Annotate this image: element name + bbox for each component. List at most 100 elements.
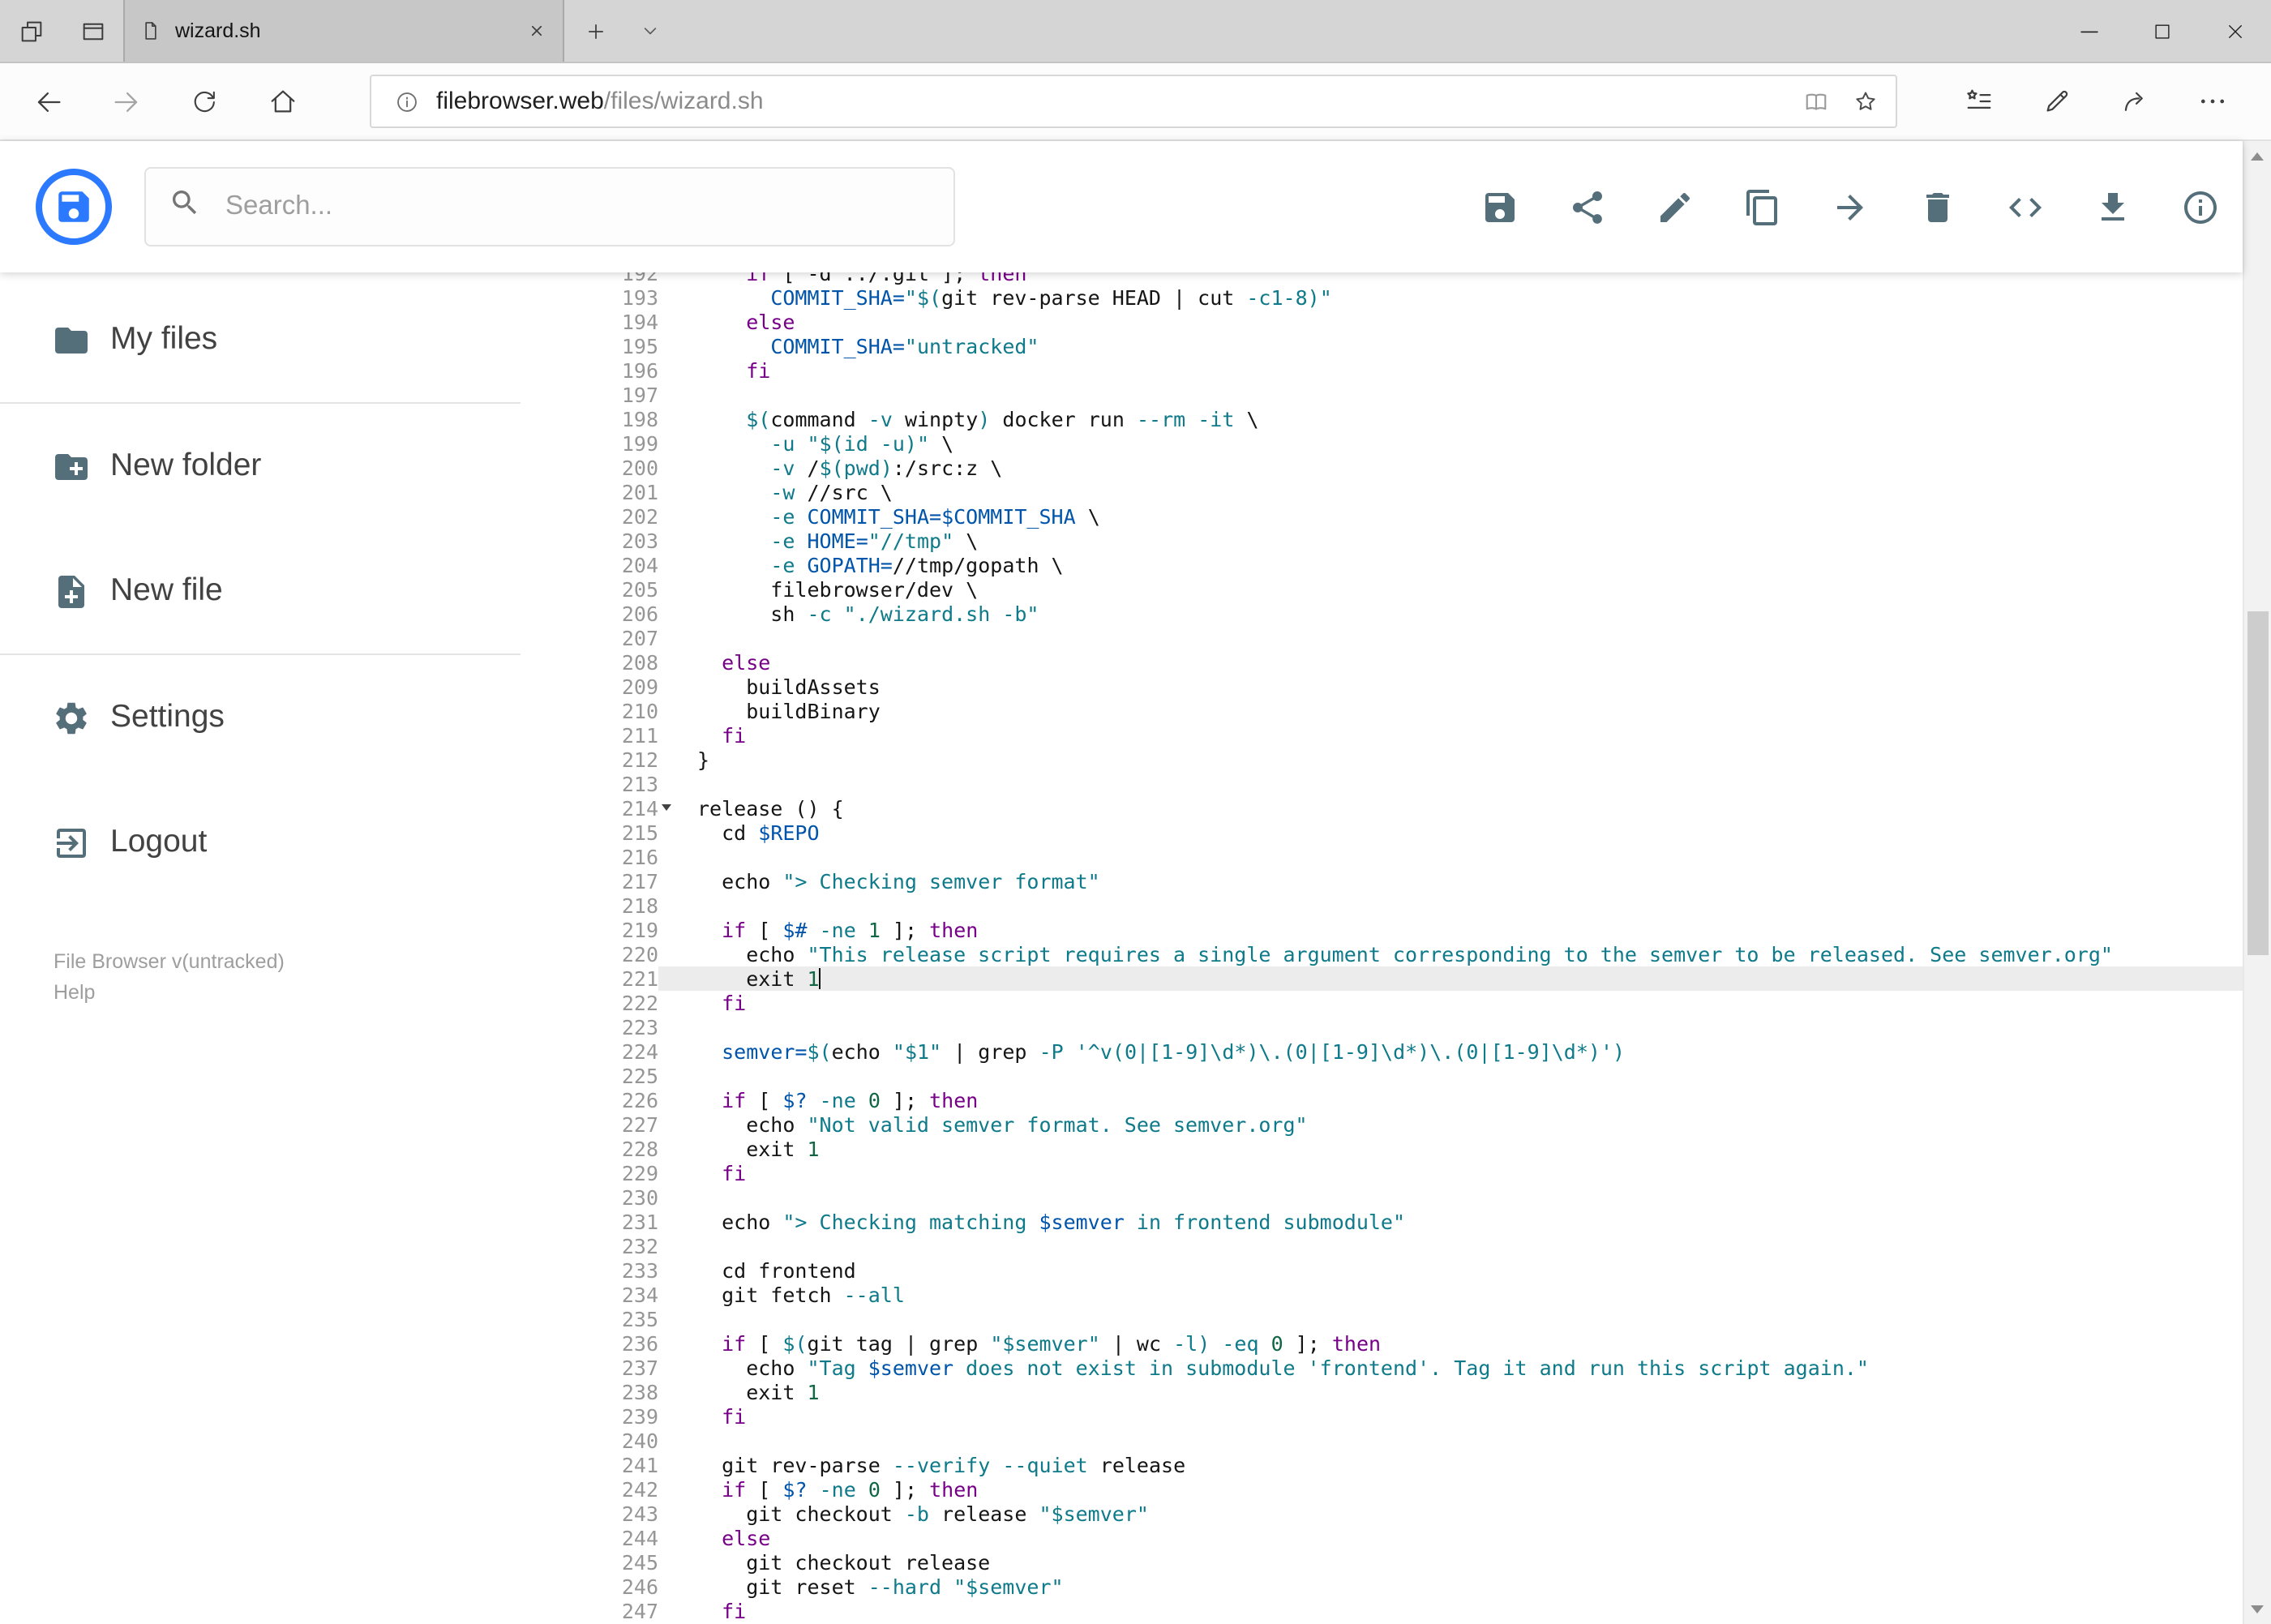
code-line-234[interactable]: 234 git fetch --all [521,1282,2243,1306]
code-line-223[interactable]: 223 [521,1014,2243,1039]
code-line-243[interactable]: 243 git checkout -b release "$semver" [521,1501,2243,1525]
settings-menu-button[interactable] [2173,67,2251,135]
maximize-button[interactable] [2125,0,2198,62]
minimize-button[interactable] [2052,0,2125,62]
help-link[interactable]: Help [54,979,521,1010]
code-line-229[interactable]: 229 fi [521,1160,2243,1185]
code-line-211[interactable]: 211 fi [521,722,2243,747]
tab-close-button[interactable] [525,19,548,42]
browser-tab[interactable]: wizard.sh [123,0,564,62]
site-info-button[interactable] [391,77,423,126]
code-line-212[interactable]: 212} [521,747,2243,771]
code-line-192[interactable]: 192 if [ -d ../.git ]; then [521,272,2243,285]
copy-button[interactable] [1743,187,1782,226]
code-line-205[interactable]: 205 filebrowser/dev \ [521,576,2243,601]
search-box[interactable] [144,167,955,246]
scrollbar-thumb[interactable] [2247,611,2269,955]
scroll-down-arrow[interactable] [2244,1596,2271,1622]
code-line-236[interactable]: 236 if [ $(git tag | grep "$semver" | wc… [521,1330,2243,1355]
code-line-207[interactable]: 207 [521,625,2243,649]
code-line-196[interactable]: 196 fi [521,358,2243,382]
code-line-246[interactable]: 246 git reset --hard "$semver" [521,1574,2243,1598]
delete-button[interactable] [1918,187,1957,226]
raw-view-button[interactable] [2006,187,2045,226]
code-line-227[interactable]: 227 echo "Not valid semver format. See s… [521,1112,2243,1136]
code-line-209[interactable]: 209 buildAssets [521,674,2243,698]
code-line-206[interactable]: 206 sh -c "./wizard.sh -b" [521,601,2243,625]
forward-button[interactable] [88,67,165,135]
code-line-245[interactable]: 245 git checkout release [521,1549,2243,1574]
code-line-213[interactable]: 213 [521,771,2243,795]
code-line-230[interactable]: 230 [521,1185,2243,1209]
sidebar-item-settings[interactable]: Settings [0,655,521,780]
scroll-up-arrow[interactable] [2244,143,2271,169]
sidebar-item-new-file[interactable]: New file [0,529,521,655]
code-line-217[interactable]: 217 echo "> Checking semver format" [521,868,2243,893]
url-text[interactable]: filebrowser.web/files/wizard.sh [436,88,764,115]
code-line-194[interactable]: 194 else [521,309,2243,333]
code-line-219[interactable]: 219 if [ $# -ne 1 ]; then [521,917,2243,941]
code-line-204[interactable]: 204 -e GOPATH=//tmp/gopath \ [521,552,2243,576]
code-line-202[interactable]: 202 -e COMMIT_SHA=$COMMIT_SHA \ [521,503,2243,528]
new-tab-button[interactable] [564,0,626,62]
code-line-232[interactable]: 232 [521,1233,2243,1258]
browser-share-button[interactable] [2095,67,2173,135]
code-line-225[interactable]: 225 [521,1063,2243,1087]
code-line-193[interactable]: 193 COMMIT_SHA="$(git rev-parse HEAD | c… [521,285,2243,309]
code-line-226[interactable]: 226 if [ $? -ne 0 ]; then [521,1087,2243,1112]
save-button[interactable] [1480,187,1519,226]
hub-button[interactable] [1939,67,2017,135]
page-scrollbar[interactable] [2243,141,2271,1624]
code-line-244[interactable]: 244 else [521,1525,2243,1549]
code-line-195[interactable]: 195 COMMIT_SHA="untracked" [521,333,2243,358]
reading-view-button[interactable] [1792,77,1840,126]
code-line-222[interactable]: 222 fi [521,990,2243,1014]
code-line-221[interactable]: 221 exit 1 [521,966,2243,990]
code-line-235[interactable]: 235 [521,1306,2243,1330]
code-line-201[interactable]: 201 -w //src \ [521,479,2243,503]
code-line-203[interactable]: 203 -e HOME="//tmp" \ [521,528,2243,552]
code-line-228[interactable]: 228 exit 1 [521,1136,2243,1160]
tabs-preview-button[interactable] [62,0,123,62]
sidebar-item-my-files[interactable]: My files [0,277,521,404]
tab-list-button[interactable] [626,0,675,62]
code-editor[interactable]: 192 if [ -d ../.git ]; then 193 COMMIT_SH… [521,272,2243,1624]
code-line-215[interactable]: 215 cd $REPO [521,820,2243,844]
search-input[interactable] [222,190,931,224]
back-button[interactable] [10,67,88,135]
code-line-200[interactable]: 200 -v /$(pwd):/src:z \ [521,455,2243,479]
code-line-239[interactable]: 239 fi [521,1403,2243,1428]
code-line-241[interactable]: 241 git rev-parse --verify --quiet relea… [521,1452,2243,1476]
code-line-199[interactable]: 199 -u "$(id -u)" \ [521,431,2243,455]
add-favorite-button[interactable] [1840,77,1889,126]
sidebar-item-new-folder[interactable]: New folder [0,404,521,529]
info-button[interactable] [2181,187,2220,226]
code-line-247[interactable]: 247 fi [521,1598,2243,1622]
address-bar[interactable]: filebrowser.web/files/wizard.sh [370,75,1897,128]
code-line-198[interactable]: 198 $(command -v winpty) docker run --rm… [521,406,2243,431]
app-logo[interactable] [36,169,112,245]
code-line-210[interactable]: 210 buildBinary [521,698,2243,722]
web-note-button[interactable] [2017,67,2095,135]
code-line-231[interactable]: 231 echo "> Checking matching $semver in… [521,1209,2243,1233]
code-line-233[interactable]: 233 cd frontend [521,1258,2243,1282]
code-line-218[interactable]: 218 [521,893,2243,917]
code-line-197[interactable]: 197 [521,382,2243,406]
code-line-208[interactable]: 208 else [521,649,2243,674]
sidebar-item-logout[interactable]: Logout [0,780,521,905]
code-line-240[interactable]: 240 [521,1428,2243,1452]
share-button[interactable] [1568,187,1607,226]
set-tabs-aside-button[interactable] [0,0,62,62]
code-line-216[interactable]: 216 [521,844,2243,868]
code-line-220[interactable]: 220 echo "This release script requires a… [521,941,2243,966]
move-button[interactable] [1831,187,1870,226]
download-button[interactable] [2093,187,2132,226]
code-line-238[interactable]: 238 exit 1 [521,1379,2243,1403]
refresh-button[interactable] [165,67,243,135]
rename-button[interactable] [1656,187,1695,226]
code-line-242[interactable]: 242 if [ $? -ne 0 ]; then [521,1476,2243,1501]
close-window-button[interactable] [2198,0,2271,62]
code-line-214[interactable]: 214 release () { [521,795,2243,820]
home-button[interactable] [243,67,321,135]
code-line-224[interactable]: 224 semver=$(echo "$1" | grep -P '^v(0|[… [521,1039,2243,1063]
